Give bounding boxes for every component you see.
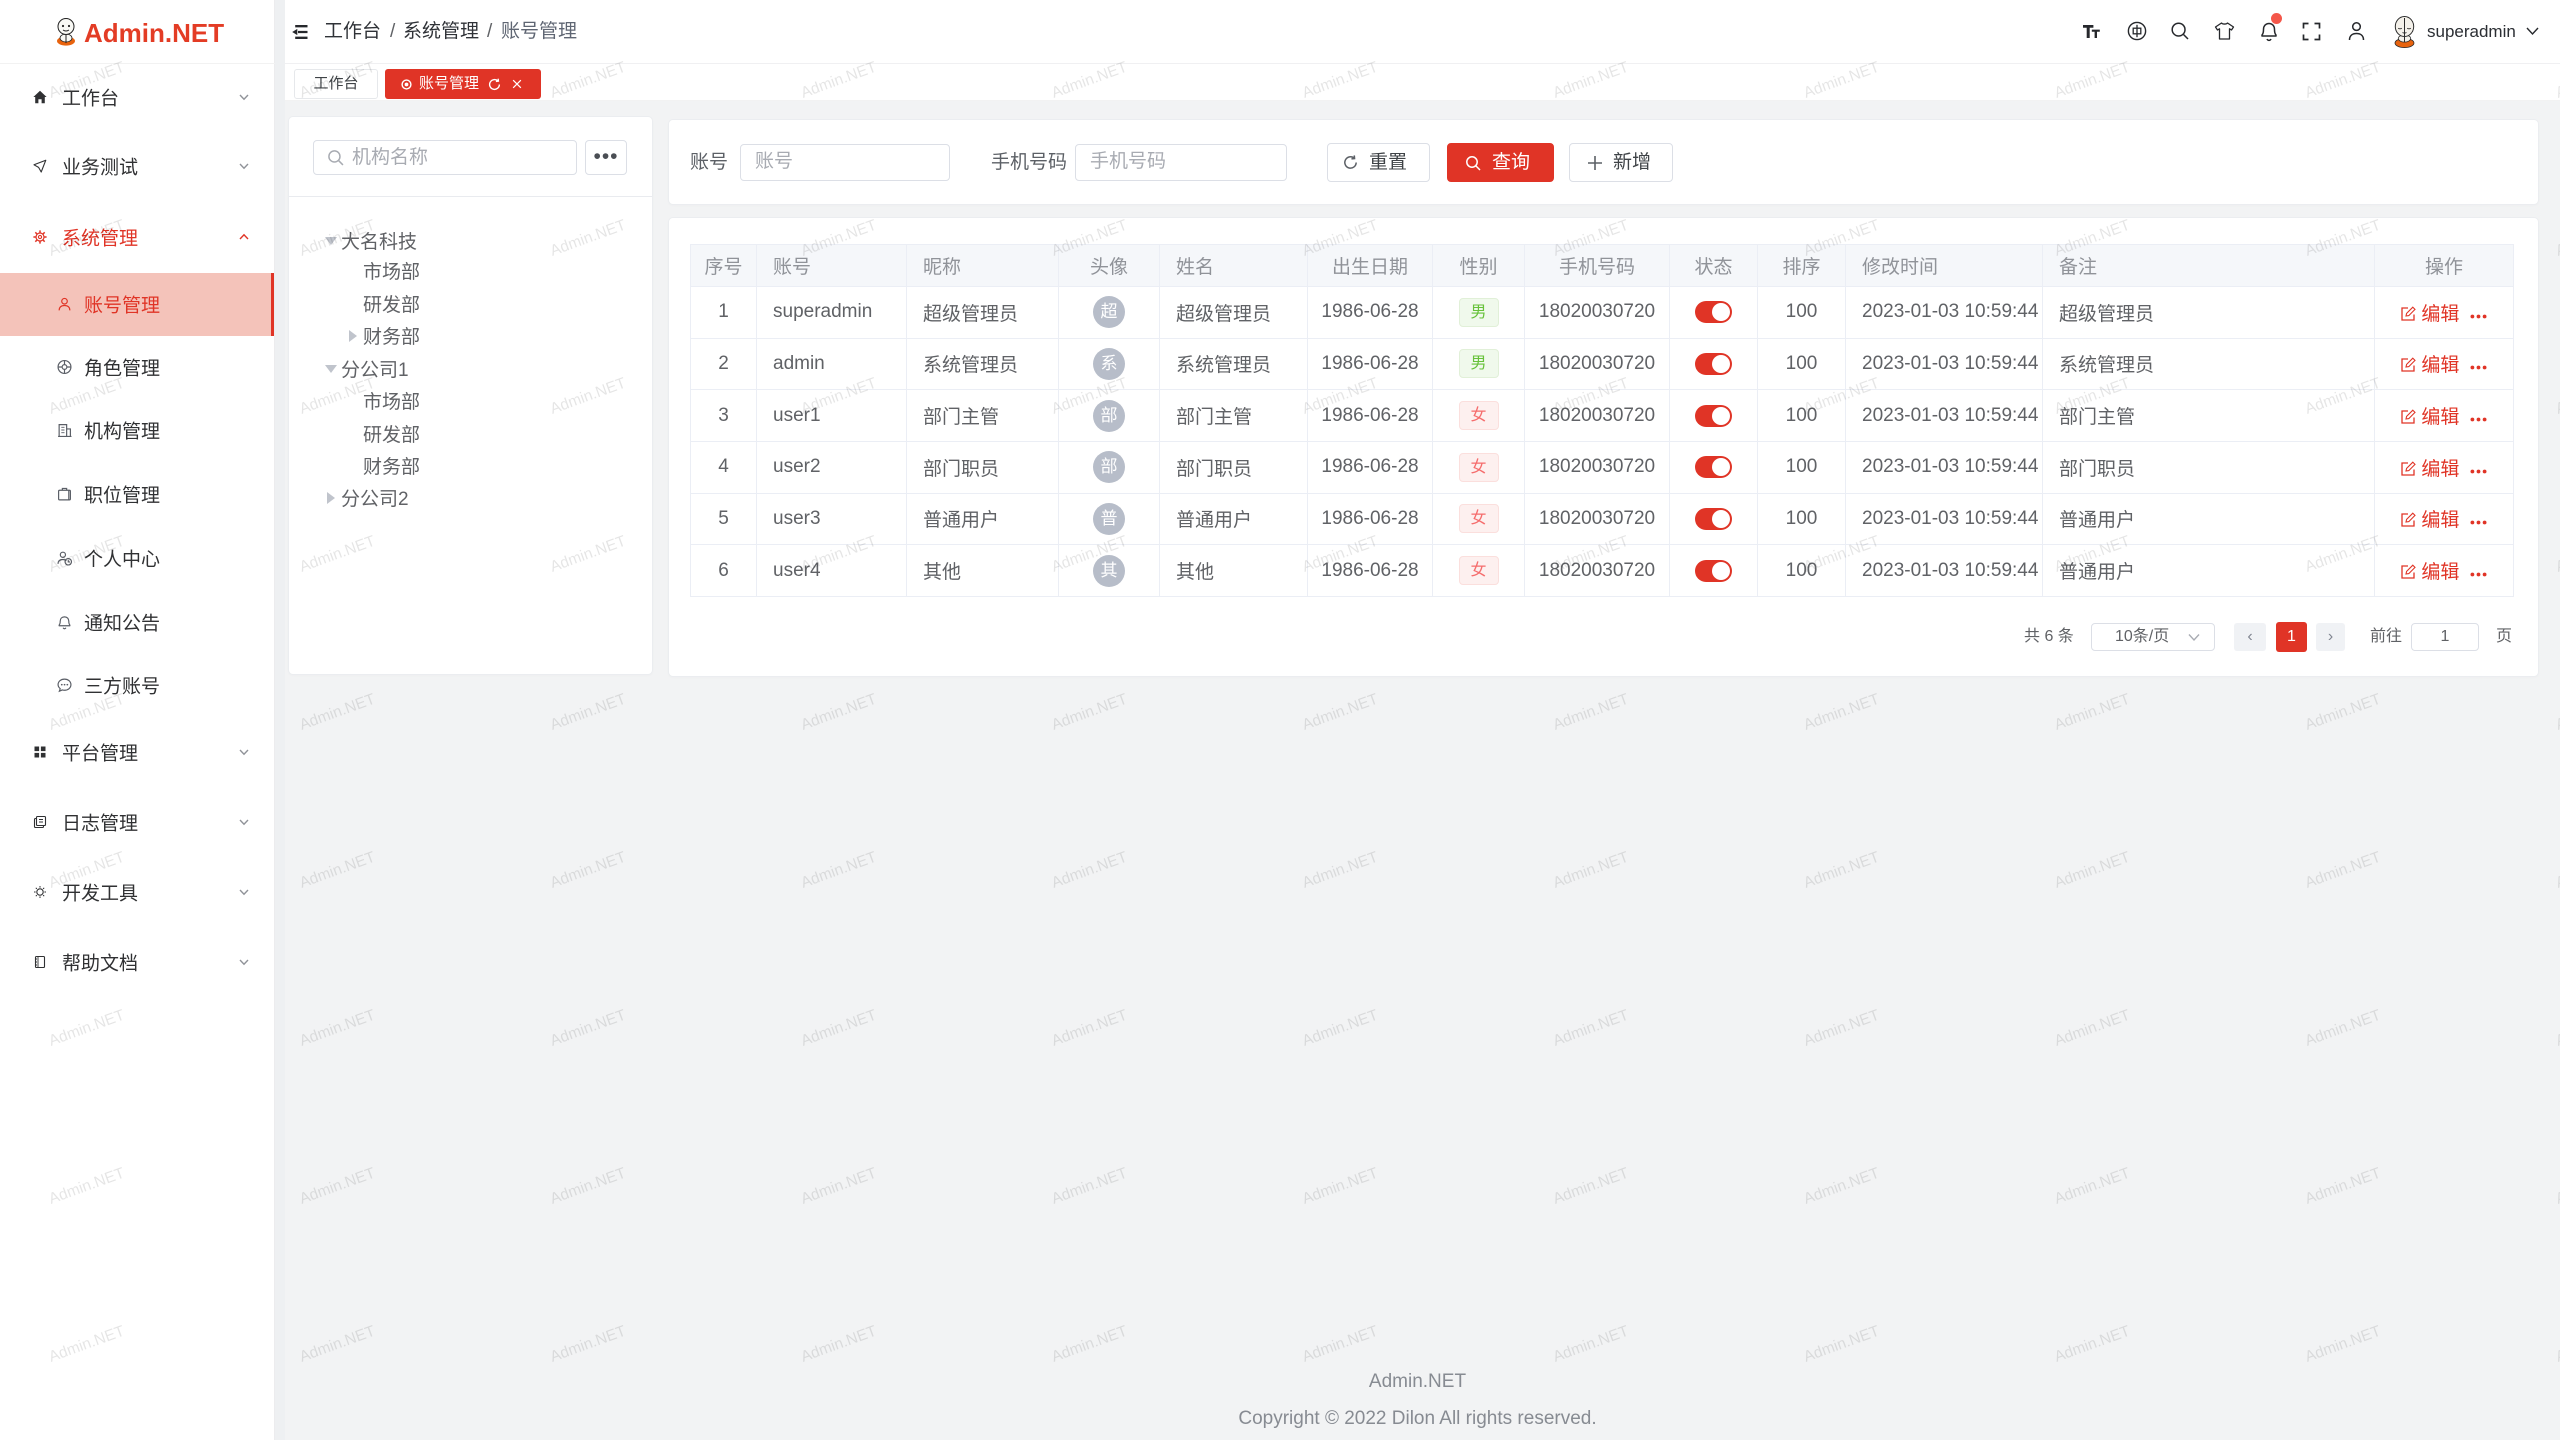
svg-text:Admin.NET: Admin.NET	[2554, 849, 2560, 892]
svg-text:Admin.NET: Admin.NET	[2052, 1007, 2133, 1050]
svg-text:Admin.NET: Admin.NET	[1300, 1007, 1381, 1050]
svg-text:Admin.NET: Admin.NET	[1300, 1323, 1381, 1366]
svg-text:Admin.NET: Admin.NET	[2554, 691, 2560, 734]
svg-text:Admin.NET: Admin.NET	[1551, 1007, 1632, 1050]
svg-text:Admin.NET: Admin.NET	[2554, 1007, 2560, 1050]
svg-text:Admin.NET: Admin.NET	[2303, 849, 2384, 892]
svg-text:Admin.NET: Admin.NET	[1049, 691, 1130, 734]
svg-text:Admin.NET: Admin.NET	[2554, 1165, 2560, 1208]
svg-text:Admin.NET: Admin.NET	[1300, 849, 1381, 892]
svg-text:Admin.NET: Admin.NET	[297, 849, 378, 892]
svg-text:Admin.NET: Admin.NET	[297, 1007, 378, 1050]
svg-text:Admin.NET: Admin.NET	[1551, 1323, 1632, 1366]
svg-text:Admin.NET: Admin.NET	[2303, 1323, 2384, 1366]
svg-text:Admin.NET: Admin.NET	[799, 691, 880, 734]
svg-text:Admin.NET: Admin.NET	[799, 1007, 880, 1050]
svg-text:Admin.NET: Admin.NET	[297, 1323, 378, 1366]
svg-text:Admin.NET: Admin.NET	[2303, 691, 2384, 734]
svg-text:Admin.NET: Admin.NET	[1049, 1165, 1130, 1208]
svg-text:Admin.NET: Admin.NET	[1801, 1165, 1882, 1208]
svg-text:Admin.NET: Admin.NET	[548, 691, 629, 734]
svg-text:Admin.NET: Admin.NET	[297, 691, 378, 734]
svg-text:Admin.NET: Admin.NET	[1801, 691, 1882, 734]
svg-text:Admin.NET: Admin.NET	[548, 849, 629, 892]
svg-text:Admin.NET: Admin.NET	[2052, 1165, 2133, 1208]
svg-text:Admin.NET: Admin.NET	[2303, 1165, 2384, 1208]
svg-text:Admin.NET: Admin.NET	[1049, 849, 1130, 892]
svg-text:Admin.NET: Admin.NET	[1801, 1007, 1882, 1050]
svg-text:Admin.NET: Admin.NET	[2554, 375, 2560, 418]
svg-text:Admin.NET: Admin.NET	[1551, 691, 1632, 734]
svg-text:Admin.NET: Admin.NET	[799, 1165, 880, 1208]
svg-text:Admin.NET: Admin.NET	[548, 1007, 629, 1050]
svg-text:Admin.NET: Admin.NET	[1801, 849, 1882, 892]
svg-text:Admin.NET: Admin.NET	[799, 1323, 880, 1366]
svg-text:Admin.NET: Admin.NET	[1551, 849, 1632, 892]
svg-text:Admin.NET: Admin.NET	[1049, 1007, 1130, 1050]
svg-text:Admin.NET: Admin.NET	[548, 1165, 629, 1208]
svg-text:Admin.NET: Admin.NET	[1801, 1323, 1882, 1366]
svg-text:Admin.NET: Admin.NET	[2052, 849, 2133, 892]
svg-text:Admin.NET: Admin.NET	[799, 849, 880, 892]
svg-text:Admin.NET: Admin.NET	[2303, 1007, 2384, 1050]
svg-text:Admin.NET: Admin.NET	[2554, 217, 2560, 260]
svg-text:Admin.NET: Admin.NET	[1300, 691, 1381, 734]
svg-text:Admin.NET: Admin.NET	[2554, 1323, 2560, 1366]
svg-text:Admin.NET: Admin.NET	[1300, 1165, 1381, 1208]
svg-text:Admin.NET: Admin.NET	[2052, 1323, 2133, 1366]
svg-text:Admin.NET: Admin.NET	[297, 1165, 378, 1208]
svg-text:Admin.NET: Admin.NET	[2052, 691, 2133, 734]
svg-text:Admin.NET: Admin.NET	[1551, 1165, 1632, 1208]
svg-text:Admin.NET: Admin.NET	[1049, 1323, 1130, 1366]
svg-text:Admin.NET: Admin.NET	[548, 1323, 629, 1366]
svg-text:Admin.NET: Admin.NET	[2554, 533, 2560, 576]
